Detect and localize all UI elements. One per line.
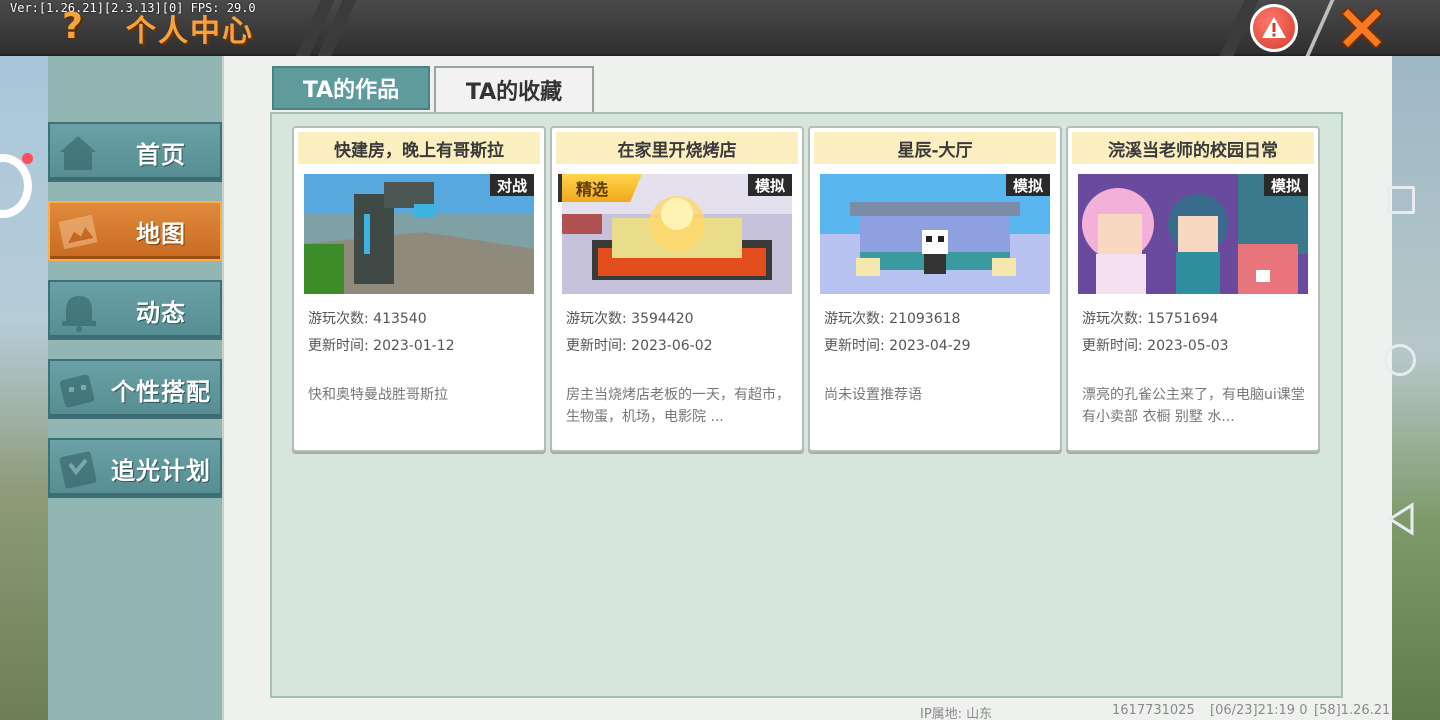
timestamp: [06/23]21:19 0: [1210, 703, 1308, 718]
close-button[interactable]: [1338, 4, 1386, 52]
map-description: 漂亮的孔雀公主来了，有电脑ui课堂 有小卖部 衣橱 别墅 水...: [1082, 387, 1305, 425]
map-title: 浣溪当老师的校园日常: [1072, 132, 1314, 164]
play-count: 游玩次数: 15751694: [1082, 311, 1219, 327]
sidebar-item-home[interactable]: 首页: [48, 122, 222, 182]
report-button[interactable]: [1250, 4, 1298, 52]
featured-badge: 精选: [558, 174, 642, 202]
update-time: 更新时间: 2023-01-12: [308, 338, 455, 354]
sidebar-item-label: 地图: [136, 219, 186, 248]
question-mark-icon[interactable]: ?: [62, 6, 83, 47]
back-triangle-icon[interactable]: [1386, 502, 1416, 536]
map-card[interactable]: 浣溪当老师的校园日常 模拟 游玩次数: 15751694 更新时间: 2023-…: [1066, 126, 1320, 452]
map-description: 房主当烧烤店老板的一天，有超市，生物蛋，机场，电影院 ...: [566, 387, 790, 425]
map-card[interactable]: 星辰-大厅 模拟 游玩次数: 21093618 更新时间: 2023-04-29…: [808, 126, 1062, 452]
background-scenery-right: [1392, 56, 1440, 720]
sidebar-item-outfit[interactable]: 个性搭配: [48, 359, 222, 419]
user-id: 1617731025: [1112, 703, 1195, 718]
sidebar-item-plan[interactable]: 追光计划: [48, 438, 222, 498]
close-x-icon: [1342, 8, 1382, 48]
warning-icon: [1262, 17, 1286, 38]
notification-dot: [22, 153, 33, 164]
sidebar-item-label: 追光计划: [111, 456, 211, 485]
category-badge: 模拟: [1263, 174, 1308, 196]
map-title: 快建房，晚上有哥斯拉: [298, 132, 540, 164]
play-count: 游玩次数: 3594420: [566, 311, 694, 327]
bell-icon: [62, 296, 96, 332]
map-title: 星辰-大厅: [814, 132, 1056, 164]
sidebar-item-label: 个性搭配: [111, 377, 211, 406]
sidebar-item-label: 动态: [136, 298, 186, 327]
sidebar-item-activity[interactable]: 动态: [48, 280, 222, 340]
tab-works[interactable]: TA的作品: [272, 66, 430, 110]
map-card[interactable]: 在家里开烧烤店 精选 模拟 游玩次数: 3594420 更新时间: 2023-0…: [550, 126, 804, 452]
recent-apps-icon[interactable]: [1387, 186, 1415, 214]
map-icon: [58, 214, 98, 250]
category-badge: 模拟: [1005, 174, 1050, 196]
ip-location: IP属地: 山东: [920, 707, 993, 720]
play-count: 游玩次数: 21093618: [824, 311, 961, 327]
update-time: 更新时间: 2023-05-03: [1082, 338, 1229, 354]
home-icon: [60, 136, 96, 170]
build-version: [58]1.26.21: [1314, 703, 1391, 718]
category-badge: 模拟: [747, 174, 792, 196]
page-title: 个人中心: [126, 14, 254, 49]
sidebar-item-map[interactable]: 地图: [48, 201, 222, 261]
update-time: 更新时间: 2023-06-02: [566, 338, 713, 354]
plan-icon: [59, 451, 97, 489]
update-time: 更新时间: 2023-04-29: [824, 338, 971, 354]
map-description: 快和奥特曼战胜哥斯拉: [308, 387, 448, 403]
avatar-icon: [59, 374, 95, 408]
home-circle-icon[interactable]: [1384, 344, 1416, 376]
map-title: 在家里开烧烤店: [556, 132, 798, 164]
play-count: 游玩次数: 413540: [308, 311, 427, 327]
decor-stripe: [1305, 0, 1335, 56]
map-description: 尚未设置推荐语: [824, 387, 922, 403]
tab-favorites[interactable]: TA的收藏: [434, 66, 594, 112]
map-card[interactable]: 快建房，晚上有哥斯拉 对战 游玩次数: 413540 更新时间: 2023-01…: [292, 126, 546, 452]
category-badge: 对战: [489, 174, 534, 196]
sidebar-item-label: 首页: [136, 140, 186, 169]
